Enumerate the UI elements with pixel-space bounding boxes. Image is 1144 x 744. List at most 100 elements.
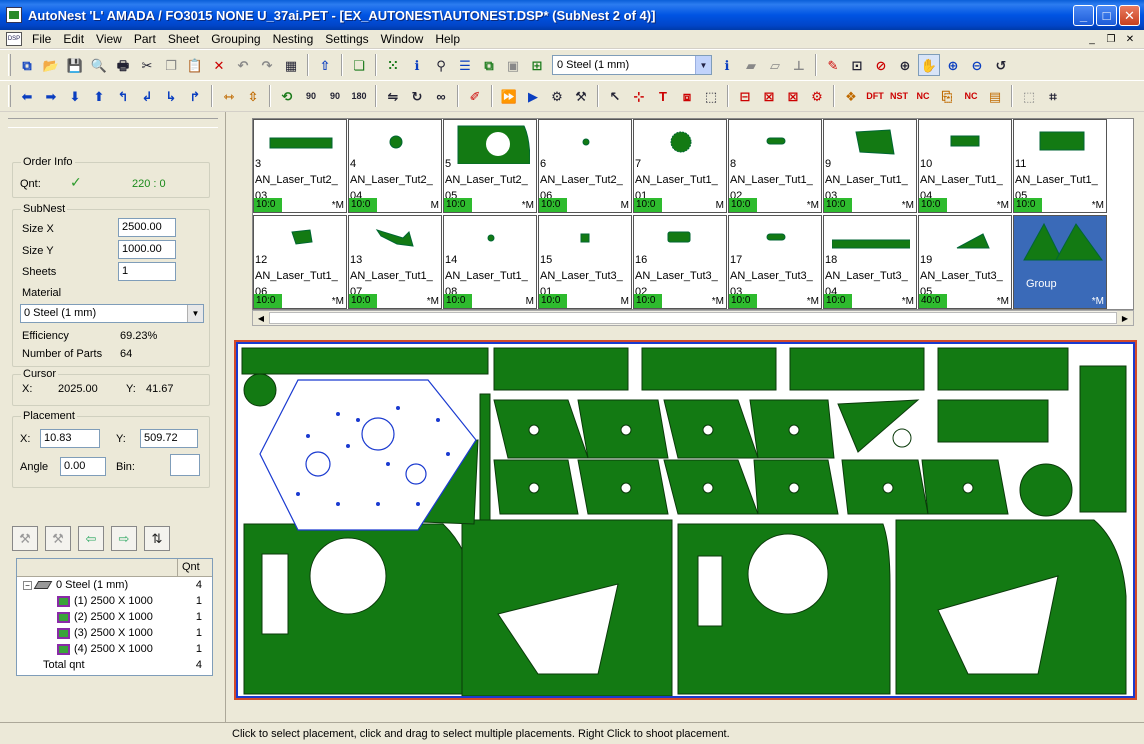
part-cell[interactable]: 11 AN_Laser_Tut1_ 05 10:0 *M <box>1013 119 1107 213</box>
placement-y-field[interactable]: 509.72 <box>140 429 198 448</box>
tree-sheet-row[interactable]: (4) 2500 X 1000 1 <box>17 641 212 657</box>
sheet-clear-icon[interactable]: ⊟ <box>734 85 756 107</box>
material-combo[interactable]: 0 Steel (1 mm) ▼ <box>20 304 204 323</box>
part-cell[interactable]: 9 AN_Laser_Tut1_ 03 10:0 *M <box>823 119 917 213</box>
menu-view[interactable]: View <box>90 30 128 48</box>
zoom-reset-icon[interactable]: ⊘ <box>870 54 892 76</box>
tree-sheet-row[interactable]: (1) 2500 X 1000 1 <box>17 593 212 609</box>
part-cell[interactable]: 5 AN_Laser_Tut2_ 05 10:0 *M <box>443 119 537 213</box>
menu-grouping[interactable]: Grouping <box>205 30 266 48</box>
bin-field[interactable] <box>170 454 200 476</box>
sheet-delete-icon[interactable]: ⊠ <box>758 85 780 107</box>
sheets-field[interactable]: 1 <box>118 262 176 281</box>
rotate-free-icon[interactable]: ⟲ <box>276 85 298 107</box>
part-cell[interactable]: 3 AN_Laser_Tut2_ 03 10:0 *M <box>253 119 347 213</box>
paste-icon[interactable]: 📋 <box>184 54 206 76</box>
zoom-in-icon[interactable]: ⊕ <box>942 54 964 76</box>
chevron-down-icon[interactable]: ▼ <box>187 305 203 322</box>
rotate-step-icon[interactable]: ↻ <box>406 85 428 107</box>
auto-nest-icon[interactable]: ⚙ <box>546 85 568 107</box>
redo-icon[interactable]: ↷ <box>256 54 278 76</box>
part-cell[interactable]: 19 AN_Laser_Tut3_ 05 40:0 *M <box>918 215 1012 309</box>
menu-nesting[interactable]: Nesting <box>267 30 320 48</box>
edit-part-icon[interactable]: ✐ <box>464 85 486 107</box>
part-cell[interactable]: 6 AN_Laser_Tut2_ 06 10:0 M <box>538 119 632 213</box>
disabled-tool3-icon[interactable]: ⊥ <box>788 54 810 76</box>
nc-icon[interactable]: NC <box>912 85 934 107</box>
angle-field[interactable]: 0.00 <box>60 457 106 476</box>
cut-icon[interactable]: ✂ <box>136 54 158 76</box>
info-circle-icon[interactable]: ℹ <box>716 54 738 76</box>
zoom-out-icon[interactable]: ⊖ <box>966 54 988 76</box>
copy-window-icon[interactable]: ⧉ <box>16 54 38 76</box>
disabled-tool-icon[interactable]: ▰ <box>740 54 762 76</box>
toolbar-grip[interactable] <box>8 54 11 76</box>
print-preview-icon[interactable]: 🔍 <box>88 54 110 76</box>
sheet-settings-icon[interactable]: ⚙ <box>806 85 828 107</box>
pen-edit-icon[interactable]: ✎ <box>822 54 844 76</box>
open-folder-icon[interactable]: 📂 <box>40 54 62 76</box>
chevron-down-icon[interactable]: ▼ <box>695 56 711 74</box>
remove-part-icon[interactable]: ⚒ <box>45 526 71 551</box>
part-cell[interactable]: 4 AN_Laser_Tut2_ 04 10:0 M <box>348 119 442 213</box>
mirror-icon[interactable]: ⇋ <box>382 85 404 107</box>
menu-sheet[interactable]: Sheet <box>162 30 205 48</box>
zoom-window-icon[interactable]: ⊡ <box>846 54 868 76</box>
export-icon[interactable]: ⇧ <box>314 54 336 76</box>
part-cell[interactable]: 10 AN_Laser_Tut1_ 04 10:0 *M <box>918 119 1012 213</box>
part-cell[interactable]: 17 AN_Laser_Tut3_ 03 10:0 *M <box>728 215 822 309</box>
zoom-previous-icon[interactable]: ↺ <box>990 54 1012 76</box>
menu-help[interactable]: Help <box>429 30 466 48</box>
app-icon[interactable] <box>6 7 22 23</box>
report-icon[interactable]: ▤ <box>984 85 1006 107</box>
title-bar[interactable]: AutoNest 'L' AMADA / FO3015 NONE U_37ai.… <box>0 0 1144 30</box>
part-group-cell[interactable]: Group *M <box>1013 215 1107 309</box>
collapse-icon[interactable]: − <box>23 580 32 590</box>
nst-icon[interactable]: NST <box>888 85 910 107</box>
nest-drawing[interactable] <box>238 344 1133 697</box>
tree-sheet-row[interactable]: (2) 2500 X 1000 1 <box>17 609 212 625</box>
play-all-icon[interactable]: ⏩ <box>498 85 520 107</box>
close-button[interactable]: ✕ <box>1119 5 1140 26</box>
mdi-restore-button[interactable]: ❐ <box>1103 32 1119 46</box>
dots-grid-icon[interactable]: ⁙ <box>382 54 404 76</box>
filter-icon[interactable]: ⚲ <box>430 54 452 76</box>
nest-view[interactable] <box>226 334 1144 722</box>
marquee-select-icon[interactable]: ⬚ <box>700 85 722 107</box>
move-corner-lr-icon[interactable]: ↳ <box>160 85 182 107</box>
nc-output-icon[interactable]: ⎘ <box>936 85 958 107</box>
layers-icon[interactable]: ❏ <box>348 54 370 76</box>
parts-grid[interactable]: 3 AN_Laser_Tut2_ 03 10:0 *M 4 AN_Laser_Tut2_ 04… <box>252 118 1134 310</box>
align-vertical-icon[interactable]: ⇳ <box>242 85 264 107</box>
part-cell[interactable]: 8 AN_Laser_Tut1_ 02 10:0 *M <box>728 119 822 213</box>
stack-icon[interactable]: ▣ <box>502 54 524 76</box>
array-icon[interactable]: ∞ <box>430 85 452 107</box>
rotate-180-icon[interactable]: 180 <box>348 85 370 107</box>
move-corner-ur-icon[interactable]: ↱ <box>184 85 206 107</box>
play-icon[interactable]: ▶ <box>522 85 544 107</box>
menu-settings[interactable]: Settings <box>319 30 374 48</box>
menu-file[interactable]: File <box>26 30 57 48</box>
menu-part[interactable]: Part <box>128 30 162 48</box>
size-y-field[interactable]: 1000.00 <box>118 240 176 259</box>
move-corner-ul-icon[interactable]: ↰ <box>112 85 134 107</box>
document-icon[interactable]: DSP <box>6 32 22 46</box>
move-left-icon[interactable]: ⬅ <box>16 85 38 107</box>
move-up-icon[interactable]: ⬆ <box>88 85 110 107</box>
pan-tool-icon[interactable]: ✋ <box>918 54 940 76</box>
move-back-icon[interactable]: ⇦ <box>78 526 104 551</box>
disabled-tool2-icon[interactable]: ▱ <box>764 54 786 76</box>
part-cell[interactable]: 18 AN_Laser_Tut3_ 04 10:0 *M <box>823 215 917 309</box>
sort-az-icon[interactable]: ⇅ <box>144 526 170 551</box>
tree-sheet-row[interactable]: (3) 2500 X 1000 1 <box>17 625 212 641</box>
add-part-icon[interactable]: ⚒ <box>12 526 38 551</box>
nest-copy-icon[interactable]: ⧉ <box>478 54 500 76</box>
save-icon[interactable]: 💾 <box>64 54 86 76</box>
nest-options-icon[interactable]: ⚒ <box>570 85 592 107</box>
maximize-button[interactable]: □ <box>1096 5 1117 26</box>
nc-sheet-icon[interactable]: NC <box>960 85 982 107</box>
disabled-frame-icon[interactable]: ⬚ <box>1018 85 1040 107</box>
sheet-add-icon[interactable]: ⊞ <box>526 54 548 76</box>
scroll-right-icon[interactable]: ▶ <box>1117 311 1133 325</box>
mdi-minimize-button[interactable]: _ <box>1084 32 1100 46</box>
